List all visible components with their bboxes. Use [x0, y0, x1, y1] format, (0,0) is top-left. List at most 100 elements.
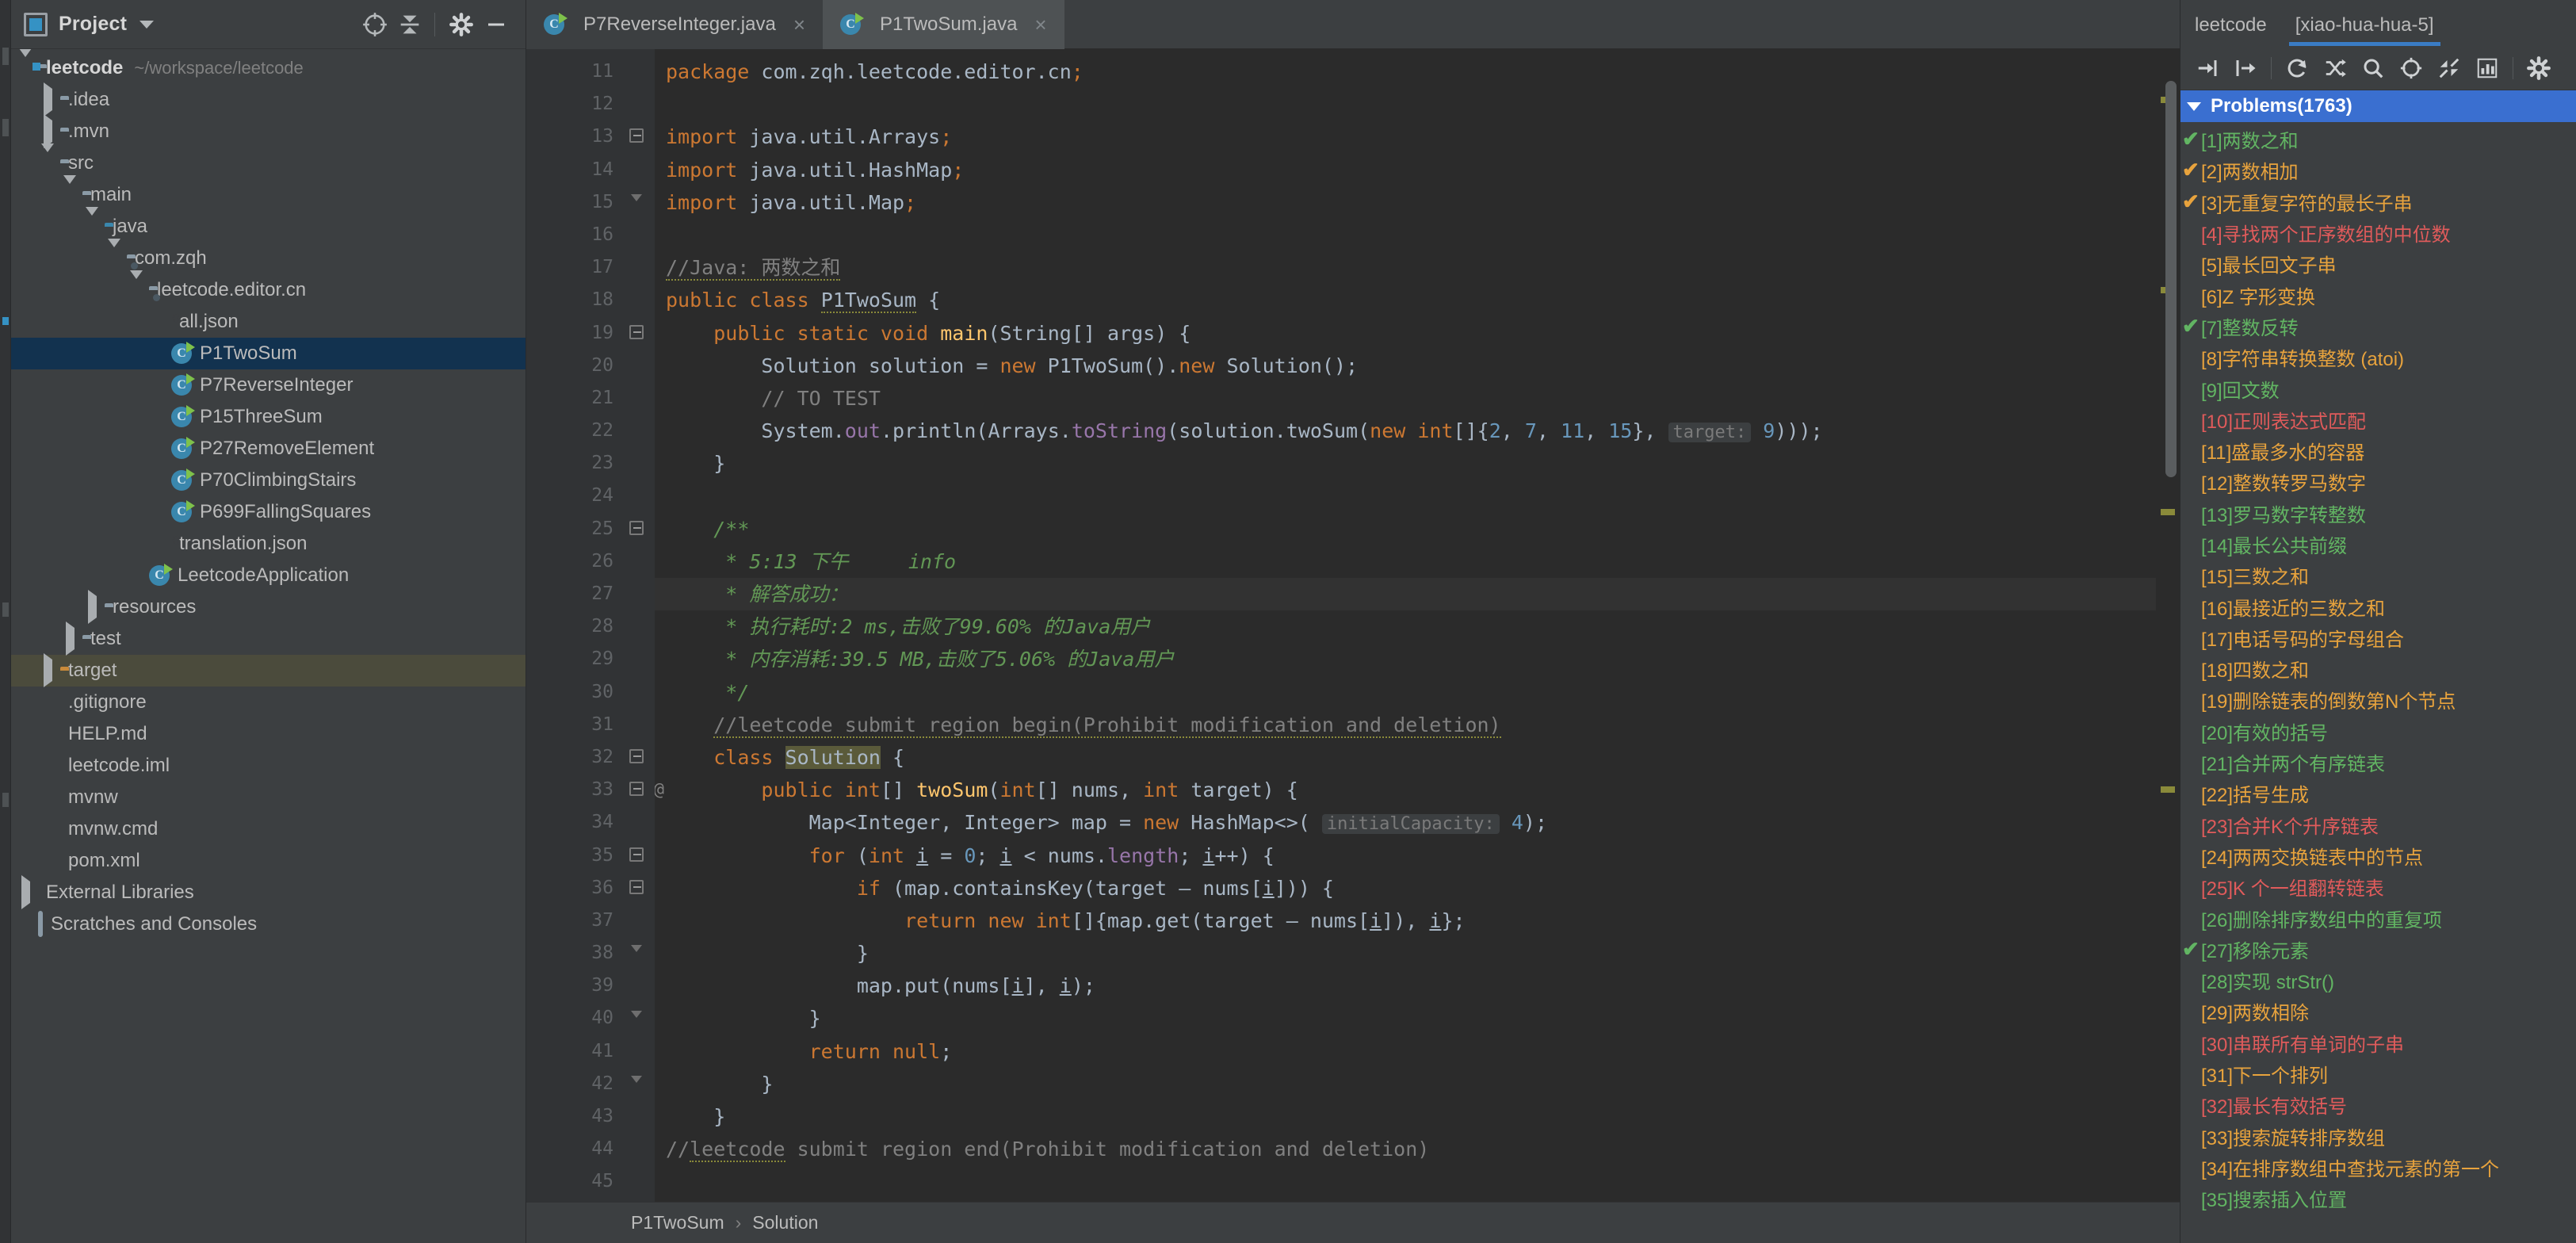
line-number[interactable]: 18 [526, 284, 621, 316]
vertical-scrollbar[interactable] [2165, 81, 2177, 477]
line-number[interactable]: 17 [526, 251, 621, 284]
fold-collapse-icon[interactable] [629, 128, 645, 144]
code-line[interactable]: } [655, 447, 2156, 480]
code-line[interactable]: * 5:13 下午 info [655, 545, 2156, 578]
tree-item-p27removeelement[interactable]: CP27RemoveElement [11, 433, 526, 465]
code-line[interactable]: Solution solution = new P1TwoSum().new S… [655, 350, 2156, 382]
tree-item-main[interactable]: main [11, 179, 526, 211]
tree-item-help-md[interactable]: HELP.md [11, 718, 526, 750]
tree-item-src[interactable]: src [11, 147, 526, 179]
fold-collapse-icon[interactable] [629, 782, 645, 797]
line-number[interactable]: 44 [526, 1133, 621, 1165]
line-number[interactable]: 24 [526, 480, 621, 512]
twisty-collapse-icon[interactable] [19, 49, 32, 78]
line-number[interactable]: 34 [526, 806, 621, 839]
problem-item[interactable]: [15]三数之和 [2180, 560, 2576, 591]
gear-icon[interactable] [445, 8, 478, 41]
left-tool-strip[interactable] [0, 0, 11, 1243]
line-number[interactable]: 36 [526, 872, 621, 905]
code-line[interactable]: //Java: 两数之和 [655, 251, 2156, 284]
code-line[interactable]: } [655, 937, 2156, 970]
shuffle-icon[interactable] [2316, 49, 2354, 87]
gear-icon[interactable] [2520, 49, 2558, 87]
project-tree[interactable]: leetcode~/workspace/leetcode.idea.mvnsrc… [11, 49, 526, 1243]
editor-tab-p1twosum-java[interactable]: CP1TwoSum.java× [823, 0, 1064, 49]
code-line[interactable] [655, 88, 2156, 120]
leetcode-tab-leetcode[interactable]: leetcode [2180, 14, 2281, 46]
line-number[interactable]: 41 [526, 1035, 621, 1068]
twisty-expand-icon[interactable] [44, 653, 52, 687]
problem-item[interactable]: ✔[3]无重复字符的最长子串 [2180, 186, 2576, 217]
locate-icon[interactable] [2392, 49, 2430, 87]
code-line[interactable]: } [655, 1100, 2156, 1133]
problem-item[interactable]: [23]合并K个升序链表 [2180, 809, 2576, 840]
twisty-expand-icon[interactable] [44, 82, 52, 117]
line-number[interactable]: 28 [526, 610, 621, 643]
line-number[interactable]: 40 [526, 1002, 621, 1035]
code-line[interactable]: for (int i = 0; i < nums.length; i++) { [655, 840, 2156, 872]
leetcode-toolbar[interactable] [2180, 46, 2576, 90]
code-line[interactable]: import java.util.HashMap; [655, 154, 2156, 186]
code-line[interactable]: } [655, 1068, 2156, 1100]
fold-end-icon[interactable] [629, 1011, 645, 1027]
line-number[interactable]: 15 [526, 186, 621, 219]
line-number[interactable]: 20 [526, 350, 621, 382]
problem-item[interactable]: [14]最长公共前缀 [2180, 529, 2576, 560]
code-line[interactable]: * 执行耗时:2 ms,击败了99.60% 的Java用户 [655, 610, 2156, 643]
problems-header[interactable]: Problems(1763) [2180, 90, 2576, 122]
problem-item[interactable]: [11]盛最多水的容器 [2180, 435, 2576, 466]
breadcrumb-item-class[interactable]: P1TwoSum [631, 1212, 724, 1233]
problem-item[interactable]: [4]寻找两个正序数组的中位数 [2180, 217, 2576, 248]
tree-item-mvnw[interactable]: mvnw [11, 782, 526, 813]
code-line[interactable]: public int[] twoSum(int[] nums, int targ… [655, 774, 2156, 806]
chart-icon[interactable] [2468, 49, 2506, 87]
warning-marker[interactable] [2161, 509, 2175, 515]
problem-item[interactable]: [5]最长回文子串 [2180, 248, 2576, 279]
problem-item[interactable]: [10]正则表达式匹配 [2180, 404, 2576, 435]
tree-item-test[interactable]: test [11, 623, 526, 655]
tree-item-leetcode-editor-cn[interactable]: leetcode.editor.cn [11, 274, 526, 306]
problem-item[interactable]: [19]删除链表的倒数第N个节点 [2180, 684, 2576, 715]
code-line[interactable]: /** [655, 513, 2156, 545]
tree-item-java[interactable]: java [11, 211, 526, 243]
problem-item[interactable]: [21]合并两个有序链表 [2180, 747, 2576, 778]
problem-item[interactable]: ✔[27]移除元素 [2180, 934, 2576, 965]
line-number-gutter[interactable]: 1112131415161718192021222324252627282930… [526, 49, 621, 1202]
problems-list[interactable]: ✔[1]两数之和✔[2]两数相加✔[3]无重复字符的最长子串[4]寻找两个正序数… [2180, 122, 2576, 1243]
tree-item-p70climbingstairs[interactable]: CP70ClimbingStairs [11, 465, 526, 496]
breadcrumb[interactable]: P1TwoSum › Solution [526, 1202, 2180, 1243]
code-folding-column[interactable] [621, 49, 655, 1202]
line-number[interactable]: 39 [526, 970, 621, 1002]
tree-item-all-json[interactable]: all.json [11, 306, 526, 338]
close-icon[interactable]: × [1034, 13, 1046, 37]
problem-item[interactable]: [34]在排序数组中查找元素的第一个 [2180, 1152, 2576, 1183]
fold-collapse-icon[interactable] [629, 749, 645, 765]
tree-item--gitignore[interactable]: .gitignore [11, 687, 526, 718]
problem-item[interactable]: ✔[1]两数之和 [2180, 124, 2576, 155]
problem-item[interactable]: [24]两两交换链表中的节点 [2180, 840, 2576, 871]
code-line[interactable]: import java.util.Map; [655, 186, 2156, 219]
code-editor[interactable]: 1112131415161718192021222324252627282930… [526, 49, 2180, 1202]
line-number[interactable]: 16 [526, 219, 621, 251]
problem-item[interactable]: [18]四数之和 [2180, 653, 2576, 684]
tree-item-pom-xml[interactable]: pom.xml [11, 845, 526, 877]
fold-collapse-icon[interactable] [629, 847, 645, 863]
code-line[interactable]: return null; [655, 1035, 2156, 1068]
twisty-collapse-icon[interactable] [86, 207, 98, 237]
problem-item[interactable]: [30]串联所有单词的子串 [2180, 1027, 2576, 1058]
sign-out-icon[interactable] [2226, 49, 2265, 87]
tree-item-leetcodeapplication[interactable]: CLeetcodeApplication [11, 560, 526, 591]
collapse-all-icon[interactable] [393, 8, 426, 41]
code-line[interactable]: * 解答成功： [655, 578, 2156, 610]
problem-item[interactable]: ✔[2]两数相加 [2180, 155, 2576, 185]
scroll-from-source-icon[interactable] [358, 8, 392, 41]
chevron-down-icon[interactable] [2187, 102, 2201, 111]
line-number[interactable]: 30 [526, 676, 621, 709]
code-line[interactable]: Map<Integer, Integer> map = new HashMap<… [655, 806, 2156, 839]
editor-marker-column[interactable] [2156, 49, 2180, 1202]
twisty-collapse-icon[interactable] [41, 143, 54, 174]
warning-marker[interactable] [2161, 786, 2175, 793]
fold-collapse-icon[interactable] [629, 880, 645, 896]
line-number[interactable]: 25 [526, 513, 621, 545]
problem-item[interactable]: [9]回文数 [2180, 373, 2576, 403]
